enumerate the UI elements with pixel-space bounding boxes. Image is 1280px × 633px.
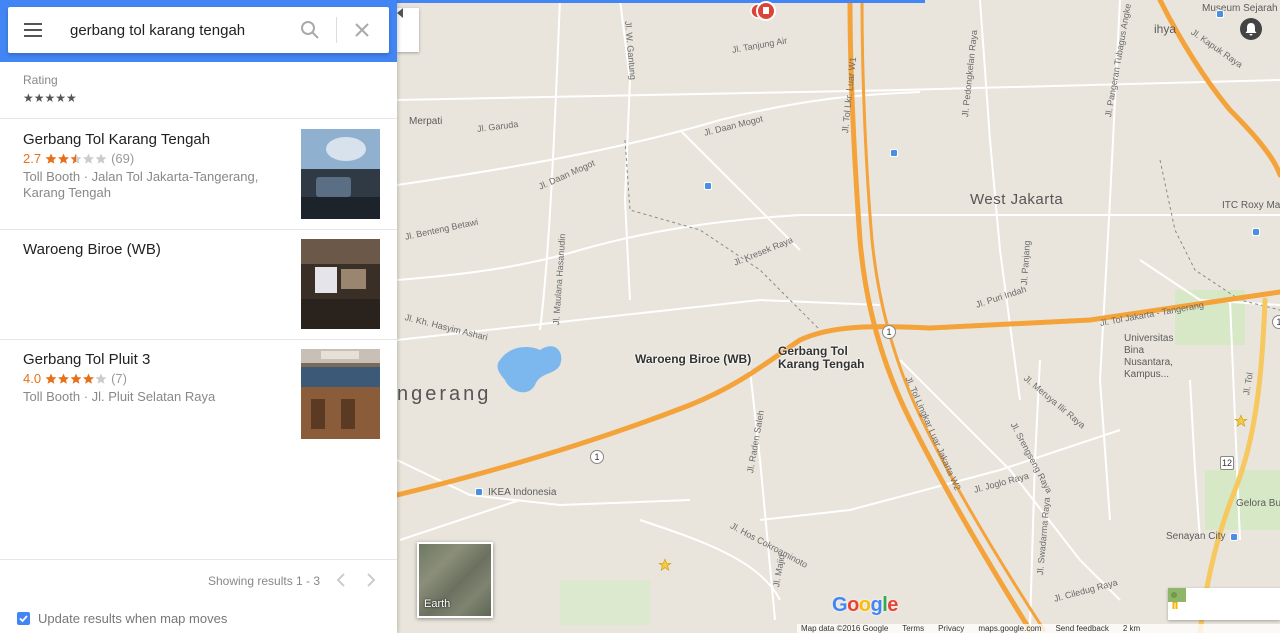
senayan-poi-icon[interactable] bbox=[1230, 533, 1238, 541]
result-photo[interactable] bbox=[301, 239, 380, 329]
result-rating-value: 4.0 bbox=[23, 371, 42, 386]
place-label-merpati: Merpati bbox=[409, 116, 443, 127]
highway-shield: 1 bbox=[882, 325, 896, 339]
poi-icon[interactable] bbox=[890, 149, 898, 157]
star-rating-icon bbox=[45, 373, 107, 385]
search-box bbox=[8, 7, 389, 53]
pager-text: Showing results 1 - 3 bbox=[208, 574, 321, 588]
google-logo: Google bbox=[832, 594, 898, 616]
result-rating-row: 4.0 (7) bbox=[23, 371, 127, 386]
search-divider bbox=[336, 17, 337, 43]
results-panel: Rating ★★★★★ Gerbang Tol Karang Tengah 2… bbox=[0, 0, 397, 633]
result-rating-value: 2.7 bbox=[23, 151, 42, 166]
checkmark-icon bbox=[19, 615, 28, 623]
chevron-left-icon[interactable] bbox=[334, 572, 348, 588]
ikea-poi-icon[interactable] bbox=[475, 488, 483, 496]
itc-poi-icon[interactable] bbox=[1252, 228, 1260, 236]
results-pager: Showing results 1 - 3 bbox=[0, 560, 397, 600]
place-label-museum: Museum Sejarah bbox=[1202, 3, 1278, 14]
place-label-gelora: Gelora Bu bbox=[1236, 498, 1280, 509]
earth-view-toggle[interactable]: Earth bbox=[417, 542, 493, 618]
scale-label[interactable]: 2 km bbox=[1123, 624, 1140, 633]
place-label-senayan: Senayan City bbox=[1166, 531, 1226, 542]
terms-link[interactable]: Terms bbox=[902, 624, 924, 633]
district-label-tangerang: ngerang bbox=[397, 383, 492, 405]
place-label-itc: ITC Roxy Ma bbox=[1222, 200, 1280, 211]
search-input[interactable] bbox=[70, 19, 290, 41]
map-footer: Map data ©2016 Google Terms Privacy maps… bbox=[797, 624, 1280, 633]
selected-marker-icon[interactable] bbox=[755, 0, 777, 22]
send-feedback-link[interactable]: Send feedback bbox=[1055, 624, 1108, 633]
saved-star-icon[interactable] bbox=[1234, 414, 1248, 428]
hamburger-menu-icon[interactable] bbox=[24, 21, 46, 39]
chevron-right-icon[interactable] bbox=[364, 572, 378, 588]
district-label-west-jakarta: West Jakarta bbox=[970, 191, 1064, 208]
result-photo[interactable] bbox=[301, 349, 380, 439]
rating-filter-label: Rating bbox=[23, 73, 58, 87]
place-label-universitas: Universitas Bina Nusantara, Kampus... bbox=[1124, 333, 1174, 380]
bell-icon bbox=[1245, 23, 1257, 36]
notifications-bell-icon[interactable] bbox=[1240, 18, 1262, 40]
result-description: Toll Booth · Jalan Tol Jakarta-Tangerang… bbox=[23, 169, 259, 200]
result-title[interactable]: Waroeng Biroe (WB) bbox=[23, 241, 161, 258]
search-header bbox=[0, 0, 397, 62]
result-title[interactable]: Gerbang Tol Karang Tengah bbox=[23, 131, 210, 148]
update-results-toggle[interactable]: Update results when map moves bbox=[17, 611, 227, 626]
map-data-credit: Map data ©2016 Google bbox=[801, 624, 889, 633]
result-review-count[interactable]: (7) bbox=[111, 371, 127, 386]
update-results-checkbox[interactable] bbox=[17, 612, 30, 625]
poi-icon[interactable] bbox=[704, 182, 712, 190]
map-layer-controls bbox=[1168, 588, 1280, 620]
result-review-count[interactable]: (69) bbox=[111, 151, 134, 166]
highway-shield: 12 bbox=[1220, 456, 1234, 470]
collapse-panel-button[interactable] bbox=[397, 8, 419, 52]
layer-satellite-icon[interactable] bbox=[1168, 588, 1186, 602]
highway-shield: 1 bbox=[1272, 315, 1280, 329]
result-item[interactable]: Waroeng Biroe (WB) bbox=[0, 229, 397, 339]
result-rating-row: 2.7 (69) bbox=[23, 151, 134, 166]
highway-shield: 1 bbox=[590, 450, 604, 464]
saved-star-icon[interactable] bbox=[658, 558, 672, 572]
close-icon[interactable] bbox=[353, 21, 371, 39]
loading-progress-bar bbox=[397, 0, 925, 3]
result-description: Toll Booth · Jl. Pluit Selatan Raya bbox=[23, 389, 216, 404]
place-label-ihya: ihya bbox=[1154, 22, 1177, 36]
rating-filter: Rating ★★★★★ bbox=[23, 73, 77, 105]
result-title[interactable]: Gerbang Tol Pluit 3 bbox=[23, 351, 150, 368]
maps-url-link[interactable]: maps.google.com bbox=[978, 624, 1041, 633]
result-item[interactable]: Gerbang Tol Pluit 3 4.0 (7) Toll Booth ·… bbox=[0, 339, 397, 449]
search-icon[interactable] bbox=[300, 20, 320, 40]
museum-poi-icon[interactable] bbox=[1216, 10, 1224, 18]
star-rating-icon bbox=[45, 153, 107, 165]
update-results-label[interactable]: Update results when map moves bbox=[38, 611, 227, 626]
marker-label-gerbang[interactable]: Gerbang Tol Karang Tengah bbox=[778, 345, 864, 371]
privacy-link[interactable]: Privacy bbox=[938, 624, 964, 633]
earth-label: Earth bbox=[424, 598, 451, 610]
result-photo[interactable] bbox=[301, 129, 380, 219]
marker-label-waroeng[interactable]: Waroeng Biroe (WB) bbox=[635, 353, 751, 366]
place-label-ikea: IKEA Indonesia bbox=[488, 487, 557, 498]
rating-filter-stars[interactable]: ★★★★★ bbox=[23, 91, 77, 105]
result-item[interactable]: Gerbang Tol Karang Tengah 2.7 (69) Toll … bbox=[0, 119, 397, 229]
chevron-left-icon bbox=[397, 8, 403, 18]
